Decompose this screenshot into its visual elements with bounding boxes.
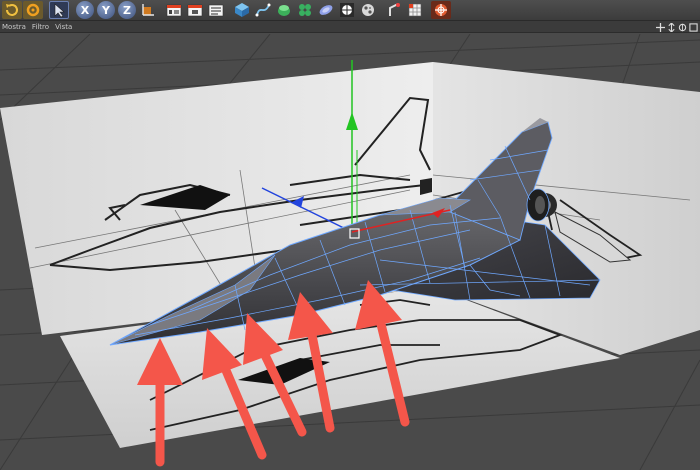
axis-x-button[interactable]: X (76, 1, 94, 19)
render-picture-viewer-icon (187, 4, 203, 17)
select-tool-button[interactable] (49, 1, 69, 19)
main-toolbar: X Y Z (0, 0, 700, 21)
environment-button[interactable] (358, 1, 378, 19)
cinema4d-window: X Y Z Mostra Filtro Vista (0, 0, 700, 470)
nurbs-button[interactable] (274, 1, 294, 19)
coordinate-system-button[interactable] (138, 1, 158, 19)
axis-z-button[interactable]: Z (118, 1, 136, 19)
menu-mostra[interactable]: Mostra (2, 21, 26, 33)
move-view-icon (656, 22, 665, 32)
camera-light-icon (389, 3, 400, 16)
redo-icon (26, 3, 40, 17)
spline-pen-icon (255, 3, 271, 17)
redo-button[interactable] (23, 1, 43, 19)
rotate-view-icon (678, 23, 687, 31)
render-settings-button[interactable] (206, 1, 226, 19)
toolbar-separator (44, 1, 48, 19)
move-view-button[interactable] (656, 22, 665, 32)
menu-vista[interactable]: Vista (55, 21, 72, 33)
select-arrow-icon (54, 3, 65, 18)
axis-y-icon: Y (102, 3, 110, 17)
rotate-view-button[interactable] (678, 23, 687, 32)
deformer-icon (319, 5, 333, 15)
array-icon (299, 4, 311, 16)
maximize-view-button[interactable] (689, 22, 698, 32)
toolbar-separator (227, 1, 231, 19)
maximize-view-icon (689, 22, 698, 32)
render-picture-viewer-button[interactable] (185, 1, 205, 19)
perspective-viewport[interactable] (0, 33, 700, 470)
axis-z-icon: Z (123, 3, 131, 17)
toolbar-separator (159, 1, 163, 19)
layout-button[interactable] (431, 1, 451, 19)
camera-light-button[interactable] (384, 1, 404, 19)
zoom-view-button[interactable] (667, 22, 676, 32)
cube-primitive-button[interactable] (232, 1, 252, 19)
tag-button[interactable] (405, 1, 425, 19)
axis-x-icon: X (80, 3, 90, 17)
toolbar-separator (379, 1, 383, 19)
layout-icon (435, 4, 447, 16)
viewport-scene (0, 33, 700, 470)
undo-icon (6, 4, 18, 16)
scene-button[interactable] (337, 1, 357, 19)
side-blueprint-intake (420, 178, 432, 195)
viewport-menubar: Mostra Filtro Vista (0, 21, 700, 33)
coordinate-system-icon (142, 4, 154, 16)
render-view-icon (166, 4, 182, 17)
environment-icon (362, 4, 374, 16)
toolbar-separator (70, 1, 74, 19)
scene-icon (340, 3, 354, 17)
spline-pen-button[interactable] (253, 1, 273, 19)
zoom-view-icon (668, 22, 675, 32)
menu-filtro[interactable]: Filtro (32, 21, 49, 33)
render-view-button[interactable] (164, 1, 184, 19)
render-settings-icon (208, 4, 224, 17)
array-button[interactable] (295, 1, 315, 19)
view-controls (656, 21, 698, 33)
tag-icon (408, 3, 422, 17)
deformer-button[interactable] (316, 1, 336, 19)
undo-button[interactable] (2, 1, 22, 19)
cube-primitive-icon (235, 3, 249, 17)
nurbs-icon (278, 5, 290, 16)
toolbar-separator (426, 1, 430, 19)
axis-y-button[interactable]: Y (97, 1, 115, 19)
